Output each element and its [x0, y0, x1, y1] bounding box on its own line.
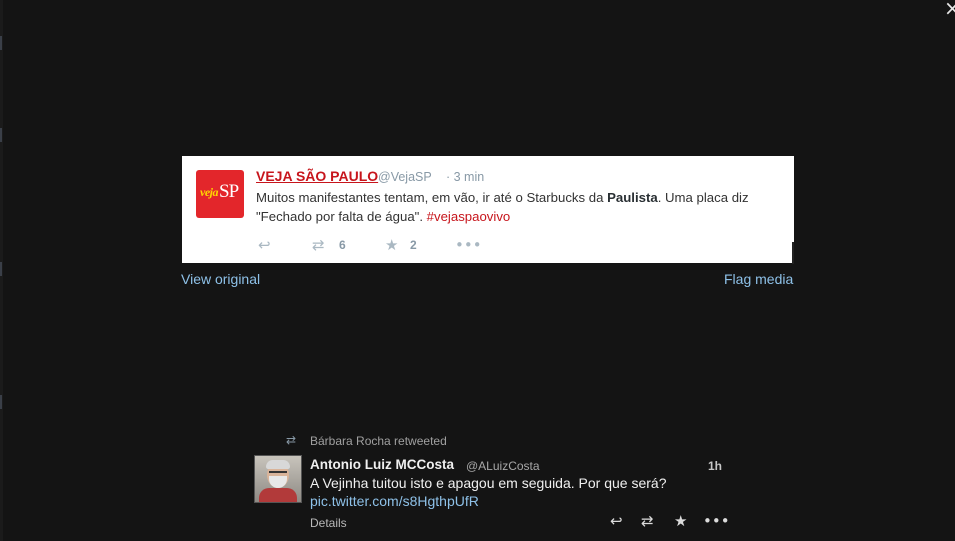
flag-media-link[interactable]: Flag media	[724, 271, 793, 287]
embedded-text-bold: Paulista	[607, 190, 658, 205]
avatar-glasses	[269, 471, 287, 477]
retweet-icon: ⇄	[286, 433, 297, 447]
retweet-context[interactable]: Bárbara Rocha retweeted	[310, 434, 447, 448]
left-edge-marker	[0, 395, 2, 409]
logo-veja-text: veja	[200, 185, 219, 199]
avatar[interactable]	[254, 455, 302, 503]
left-edge-marker	[0, 262, 2, 276]
embedded-text-part: Muitos manifestantes tentam, em vão, ir …	[256, 190, 608, 205]
media-edge	[792, 242, 794, 264]
retweet-icon: ⇄	[312, 236, 325, 254]
embedded-tweet-text: Muitos manifestantes tentam, em vão, ir …	[256, 188, 786, 226]
veja-sp-avatar: veja SP	[196, 170, 244, 218]
embedded-favorite-count: 2	[410, 238, 417, 252]
reply-icon[interactable]: ↩	[610, 512, 623, 530]
avatar-hair	[266, 460, 290, 469]
embedded-author-name: VEJA SÃO PAULO	[256, 168, 379, 184]
avatar-shirt	[259, 488, 297, 502]
star-icon[interactable]: ★	[674, 512, 687, 530]
tweet-timestamp[interactable]: 1h	[708, 459, 722, 473]
embedded-hashtag: #vejaspaovivo	[426, 209, 511, 224]
tweet-author-name[interactable]: Antonio Luiz MCCosta	[310, 457, 454, 472]
more-icon: •••	[455, 236, 482, 254]
reply-icon: ↩	[258, 236, 271, 254]
retweet-icon[interactable]: ⇄	[641, 512, 654, 530]
tweet-author-handle[interactable]: @ALuizCosta	[466, 459, 540, 473]
left-edge-marker	[0, 128, 2, 142]
media-image: veja SP VEJA SÃO PAULO @VejaSP · 3 min M…	[182, 156, 794, 264]
close-icon[interactable]: ×	[944, 0, 955, 18]
view-original-link[interactable]: View original	[181, 271, 260, 287]
tweet-media-link[interactable]: pic.twitter.com/s8HgthpUfR	[310, 492, 479, 510]
embedded-timestamp: · 3 min	[446, 170, 485, 184]
left-edge-marker	[0, 36, 2, 50]
tweet-text: A Vejinha tuitou isto e apagou em seguid…	[310, 475, 667, 491]
more-icon[interactable]: •••	[703, 512, 730, 530]
logo-sp-text: SP	[219, 181, 239, 202]
tweet-details-link[interactable]: Details	[310, 516, 347, 530]
embedded-retweet-count: 6	[339, 238, 346, 252]
star-icon: ★	[385, 236, 399, 254]
embedded-author-handle: @VejaSP	[378, 170, 432, 184]
